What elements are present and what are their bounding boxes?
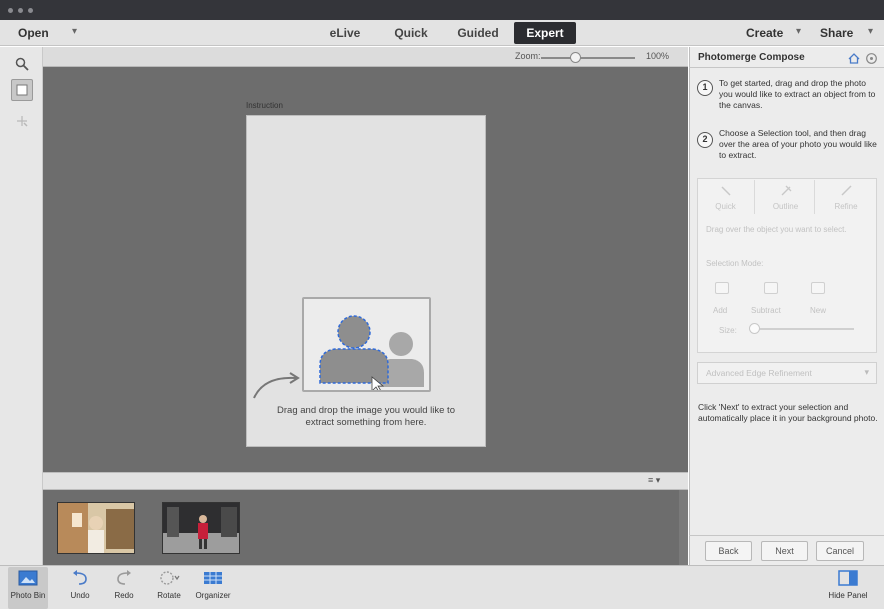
drop-instruction-line2: extract something from here. [305,417,427,428]
mode-bar: Open ▾ eLive Quick Guided Expert Create … [0,20,884,46]
tool-options-bar: Zoom: 100% [43,47,688,67]
refine-tab-label: Refine [834,202,858,211]
size-slider-thumb[interactable] [749,323,760,334]
quick-tab-label: Quick [715,202,736,211]
selection-mode-label: Selection Mode: [706,259,764,268]
new-mode-label: New [810,306,827,315]
step-2-badge: 2 [697,132,713,148]
photo-bin-button[interactable]: Photo Bin [8,567,48,609]
drop-instruction-line1: Drag and drop the image you would like t… [277,405,455,416]
back-button[interactable]: Back [705,541,752,561]
undo-label: Undo [70,591,90,600]
advanced-edge-dropdown[interactable]: Advanced Edge Refinement ▾ [697,362,877,384]
hide-panel-icon [838,570,858,586]
drag-hint: Drag over the object you want to select. [706,225,847,234]
zoom-label: Zoom: [515,51,541,61]
help-icon[interactable] [866,53,877,64]
outline-selection-icon [781,185,791,196]
tab-expert[interactable]: Expert [514,22,576,44]
size-label: Size: [719,326,737,335]
cancel-button[interactable]: Cancel [816,541,864,561]
hide-panel-button[interactable]: Hide Panel [822,567,874,600]
chevron-down-icon: ▾ [864,367,869,377]
create-dropdown-caret[interactable]: ▾ [796,26,801,37]
selection-tool[interactable] [11,110,33,132]
hide-panel-label: Hide Panel [828,591,868,600]
curved-arrow-icon [253,372,300,399]
tab-guided[interactable]: Guided [452,22,504,44]
maximize-window-dot[interactable] [28,8,33,13]
step-1-text: To get started, drag and drop the photo … [719,78,876,110]
share-dropdown-caret[interactable]: ▾ [868,26,873,37]
new-mode-icon[interactable] [811,282,825,294]
rotate-icon [160,571,180,585]
panel-divider [689,67,884,68]
quick-selection-icon [720,186,731,196]
drop-zone-illustration [302,297,431,393]
undo-button[interactable]: Undo [62,567,98,600]
move-icon [16,84,28,96]
panel-title: Photomerge Compose [698,52,805,63]
share-menu[interactable]: Share [820,26,853,40]
open-menu[interactable]: Open [18,26,49,40]
redo-label: Redo [114,591,134,600]
organizer-icon [204,572,222,584]
size-slider-track[interactable] [754,328,854,330]
photo-thumbnail-1[interactable] [57,502,135,554]
open-dropdown-caret[interactable]: ▾ [72,26,77,37]
add-mode-icon[interactable] [715,282,729,294]
redo-button[interactable]: Redo [106,567,142,600]
zoom-icon [15,57,29,71]
outline-selection-tab[interactable]: Outline [757,180,815,214]
selection-icon [17,116,28,127]
quick-selection-tab[interactable]: Quick [697,180,755,214]
photo-bin-icon [18,570,38,586]
photo-thumbnail-2-image [163,503,239,553]
bin-options-menu-icon[interactable]: ≡ ▾ [648,475,660,486]
redo-icon [117,570,131,585]
next-button[interactable]: Next [761,541,808,561]
advanced-edge-label: Advanced Edge Refinement [706,368,812,378]
close-window-dot[interactable] [8,8,13,13]
zoom-slider-thumb[interactable] [570,52,581,63]
organizer-label: Organizer [195,591,231,600]
tab-quick[interactable]: Quick [388,22,434,44]
step-2-text: Choose a Selection tool, and then drag o… [719,128,877,160]
next-instruction: Click 'Next' to extract your selection a… [698,402,878,423]
rotate-label: Rotate [157,591,181,600]
subtract-mode-label: Subtract [751,306,781,315]
photo-bin-label: Photo Bin [10,591,46,600]
minimize-window-dot[interactable] [18,8,23,13]
outline-tab-label: Outline [772,202,799,211]
create-menu[interactable]: Create [746,26,783,40]
photo-thumbnail-2[interactable] [162,502,240,554]
move-tool[interactable] [11,79,33,101]
window-title-bar [0,0,884,20]
zoom-value: 100% [646,51,670,61]
add-mode-label: Add [713,306,728,315]
zoom-tool[interactable] [11,53,33,75]
undo-icon [73,570,87,585]
step-1-badge: 1 [697,80,713,96]
tab-elive[interactable]: eLive [322,22,368,44]
organizer-button[interactable]: Organizer [190,567,236,600]
refine-selection-tab[interactable]: Refine [817,180,875,214]
zoom-slider-track[interactable] [541,57,635,59]
photo-thumbnail-1-image [58,503,134,553]
canvas-title: Instruction [246,101,283,110]
drop-instruction: Drag and drop the image you would like t… [252,405,480,429]
panel-buttons-divider [689,535,884,536]
refine-selection-icon [841,185,852,196]
rotate-button[interactable]: Rotate [150,567,188,600]
photo-bin-header [43,472,688,490]
photo-bin-scrollbar[interactable] [679,490,688,565]
subtract-mode-icon[interactable] [764,282,778,294]
silhouette-selection-icon [319,315,424,393]
photo-bin [43,490,688,565]
home-icon[interactable] [848,53,860,64]
